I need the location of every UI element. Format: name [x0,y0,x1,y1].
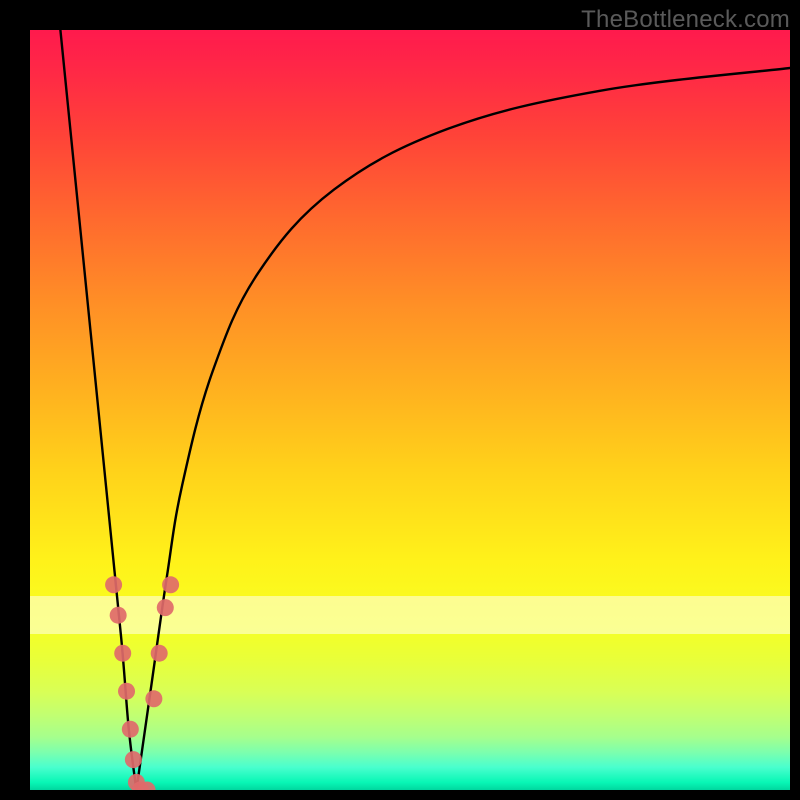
data-point [110,607,127,624]
data-point [151,645,168,662]
curve-right-branch [136,68,790,790]
data-point [157,599,174,616]
data-point [118,683,135,700]
curve-group [60,30,790,790]
curve-left-branch [60,30,136,790]
chart-svg [30,30,790,790]
data-point [125,751,142,768]
plot-area [30,30,790,790]
chart-frame: TheBottleneck.com [0,0,800,800]
data-point [145,690,162,707]
data-point [105,576,122,593]
data-point [122,721,139,738]
data-point [114,645,131,662]
data-point [162,576,179,593]
